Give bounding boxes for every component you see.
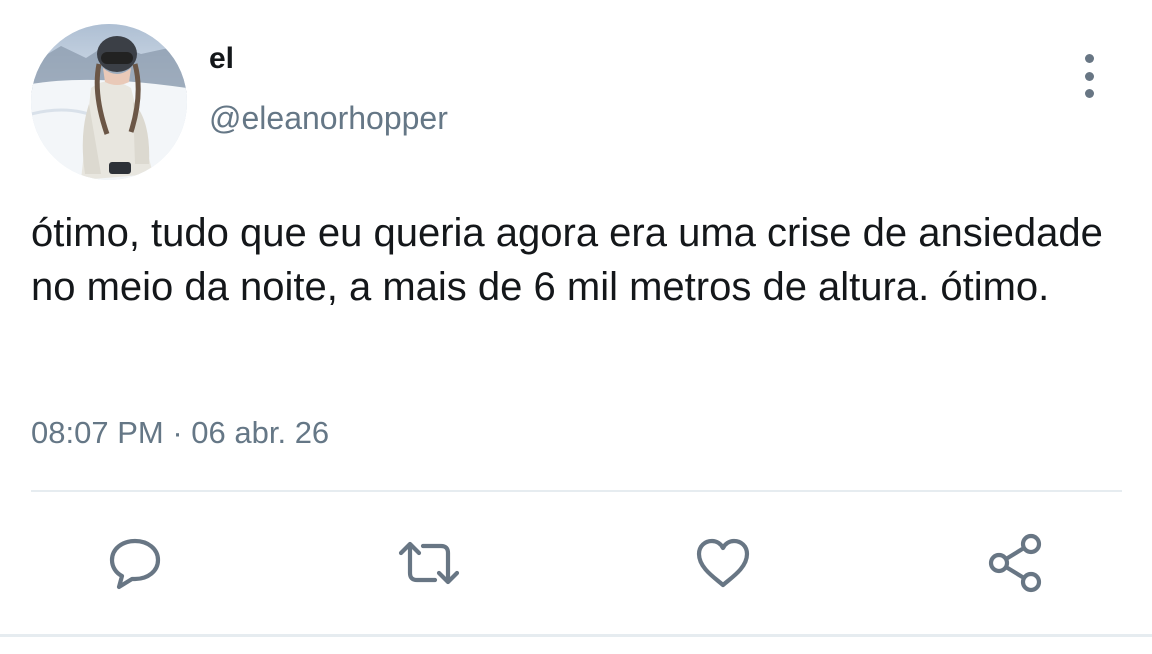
more-vertical-icon — [1084, 54, 1094, 63]
reply-icon — [109, 538, 161, 590]
reply-button[interactable] — [103, 531, 167, 595]
avatar[interactable] — [31, 24, 187, 180]
tweet-time: 08:07 PM — [31, 415, 164, 450]
username-handle[interactable]: @eleanorhopper — [209, 98, 448, 138]
tweet-card: el @eleanorhopper ótimo, tudo que eu que… — [0, 0, 1152, 654]
more-vertical-icon-dot — [1084, 71, 1094, 81]
bottom-border — [0, 634, 1152, 637]
more-vertical-icon-dot — [1084, 89, 1094, 98]
more-options-button[interactable] — [1068, 54, 1110, 98]
tweet-date: 06 abr. 26 — [191, 415, 330, 450]
share-icon — [988, 533, 1042, 593]
tweet-text: ótimo, tudo que eu queria agora era uma … — [31, 211, 1103, 309]
avatar-photo — [31, 24, 187, 180]
tweet-timestamp: 08:07 PM · 06 abr. 26 — [31, 413, 329, 453]
like-button[interactable] — [691, 531, 755, 595]
timestamp-separator: · — [172, 415, 183, 450]
retweet-button[interactable] — [397, 531, 461, 595]
display-name[interactable]: el — [209, 41, 234, 77]
retweet-icon — [398, 541, 460, 585]
divider — [31, 490, 1122, 492]
share-button[interactable] — [985, 531, 1049, 595]
heart-icon — [696, 538, 750, 588]
